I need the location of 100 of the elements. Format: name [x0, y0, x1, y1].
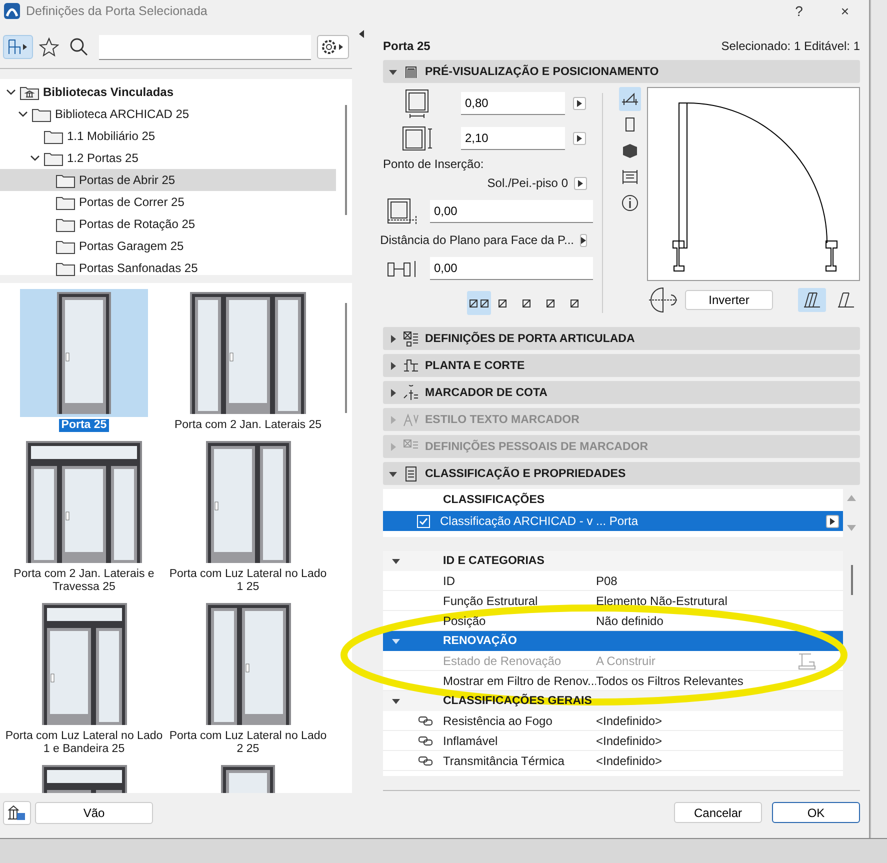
- arrow-button[interactable]: [573, 132, 586, 145]
- mirror-icon[interactable]: [647, 287, 679, 313]
- distance-field[interactable]: 0,00: [430, 257, 593, 280]
- section-icon: [403, 466, 419, 482]
- scrollbar-thumb[interactable]: [345, 105, 347, 215]
- property-name: Posição: [443, 614, 487, 628]
- property-value: Não definido: [596, 614, 664, 628]
- caret-icon[interactable]: [392, 697, 400, 705]
- search-field[interactable]: [99, 34, 311, 60]
- distance-label: Distância do Plano para Face da P...: [380, 233, 574, 247]
- section-icon: [403, 64, 419, 80]
- height-icon: [401, 126, 435, 152]
- caret-icon[interactable]: [389, 470, 397, 478]
- list-icon: [621, 168, 639, 186]
- section-header[interactable]: CLASSIFICAÇÃO E PROPRIEDADES: [383, 462, 860, 485]
- anchor-mode-button[interactable]: [467, 291, 491, 315]
- renovation-icon: [797, 652, 817, 670]
- tree-item[interactable]: 1.2 Portas 25: [0, 147, 336, 169]
- anchor-icon: [469, 297, 489, 309]
- tree-item[interactable]: Biblioteca ARCHICAD 25: [0, 103, 336, 125]
- opening-button[interactable]: Vão: [35, 802, 153, 824]
- tree-item[interactable]: 1.1 Mobiliário 25: [0, 125, 336, 147]
- view-mode-button[interactable]: [619, 87, 641, 111]
- folder-icon: [56, 172, 75, 188]
- property-value: P08: [596, 574, 618, 588]
- chevron-icon[interactable]: [30, 153, 40, 163]
- insertion-label: Ponto de Inserção:: [383, 157, 485, 171]
- link-icon: [418, 734, 434, 746]
- anchor-label: Sol./Pei.-piso 0: [487, 176, 568, 190]
- chevron-icon[interactable]: [6, 87, 16, 97]
- caret-icon[interactable]: [392, 557, 400, 565]
- section-header[interactable]: DEFINIÇÕES DE PORTA ARTICULADA: [383, 327, 860, 350]
- ok-button[interactable]: OK: [772, 802, 860, 823]
- property-name: Transmitância Térmica: [443, 754, 566, 768]
- selection-info: Selecionado: 1 Editável: 1: [721, 39, 860, 53]
- tree-item[interactable]: Portas de Rotação 25: [0, 213, 336, 235]
- arrow-button[interactable]: [574, 176, 587, 190]
- property-value: <Indefinido>: [596, 714, 664, 728]
- arrow-button[interactable]: [580, 234, 587, 246]
- gallery-item[interactable]: [20, 289, 148, 417]
- collapse-arrow-icon[interactable]: [358, 30, 364, 38]
- tree-item[interactable]: Bibliotecas Vinculadas: [0, 81, 336, 103]
- gallery-item-label: Porta com Luz Lateral no Lado 1 25: [168, 568, 328, 594]
- library-folder-icon: [20, 84, 39, 100]
- caret-icon[interactable]: [389, 388, 397, 396]
- property-name: Mostrar em Filtro de Renov...: [443, 674, 596, 688]
- property-value: <Indefinido>: [596, 754, 664, 768]
- classification-text: Classificação ARCHICAD - v ... Porta: [440, 514, 640, 528]
- property-name: Função Estrutural: [443, 594, 539, 608]
- width-field[interactable]: 0,80: [461, 92, 565, 115]
- library-manager-button[interactable]: [3, 801, 31, 825]
- section-header[interactable]: MARCADOR DE COTA: [383, 381, 860, 404]
- section-header[interactable]: PLANTA E CORTE: [383, 354, 860, 377]
- caret-icon[interactable]: [389, 68, 397, 76]
- scrollbar-thumb[interactable]: [345, 303, 347, 413]
- property-group-row[interactable]: RENOVAÇÃO: [383, 631, 843, 651]
- tree-item[interactable]: Portas de Abrir 25: [0, 169, 336, 191]
- arrow-button[interactable]: [573, 97, 586, 110]
- flip-button[interactable]: Inverter: [685, 290, 773, 310]
- gallery-item-label: Porta com 2 Jan. Laterais 25: [173, 419, 323, 432]
- window-title: Definições da Porta Selecionada: [26, 4, 208, 18]
- section-header[interactable]: PRÉ-VISUALIZAÇÃO E POSICIONAMENTO: [383, 60, 860, 83]
- help-button[interactable]: ?: [779, 3, 819, 19]
- folder-icon: [56, 260, 75, 276]
- property-name: ID: [443, 574, 456, 588]
- star-icon[interactable]: [39, 37, 59, 57]
- checkbox[interactable]: [417, 514, 430, 528]
- side-mode-button[interactable]: [798, 288, 826, 312]
- chevron-icon[interactable]: [18, 109, 28, 119]
- caret-icon[interactable]: [389, 362, 397, 370]
- folder-icon: [56, 238, 75, 254]
- info-icon: [621, 194, 639, 212]
- caret-icon[interactable]: [389, 334, 397, 342]
- sill-field[interactable]: 0,00: [430, 200, 593, 223]
- arrow-icon: [577, 100, 582, 107]
- property-group-row[interactable]: ID E CATEGORIAS: [383, 551, 843, 571]
- library-icon: [7, 805, 27, 821]
- link-icon: [418, 714, 434, 726]
- scrollbar-thumb[interactable]: [850, 565, 852, 595]
- height-field[interactable]: 2,10: [461, 127, 565, 150]
- wall-side-icon: [837, 291, 855, 309]
- folder-icon: [56, 216, 75, 232]
- section-icon: [403, 330, 419, 346]
- property-value: <Indefinido>: [596, 734, 664, 748]
- sill-icon: [386, 198, 420, 226]
- property-value: A Construir: [596, 654, 656, 668]
- cancel-button[interactable]: Cancelar: [674, 802, 762, 823]
- tree-item[interactable]: Portas de Correr 25: [0, 191, 336, 213]
- tree-item[interactable]: Portas Garagem 25: [0, 235, 336, 257]
- library-mode-button[interactable]: [3, 35, 33, 59]
- plan-view-icon: [621, 90, 639, 108]
- search-icon[interactable]: [69, 37, 89, 57]
- section-icon: [403, 412, 419, 428]
- app-logo-icon: [4, 3, 20, 19]
- property-name: Inflamável: [443, 734, 499, 748]
- arrow-button[interactable]: [826, 514, 839, 528]
- close-button[interactable]: ×: [825, 3, 865, 19]
- settings-button[interactable]: [317, 35, 349, 59]
- classification-row[interactable]: Classificação ARCHICAD - v ... Porta: [383, 511, 843, 531]
- tree-item[interactable]: Portas Sanfonadas 25: [0, 257, 336, 279]
